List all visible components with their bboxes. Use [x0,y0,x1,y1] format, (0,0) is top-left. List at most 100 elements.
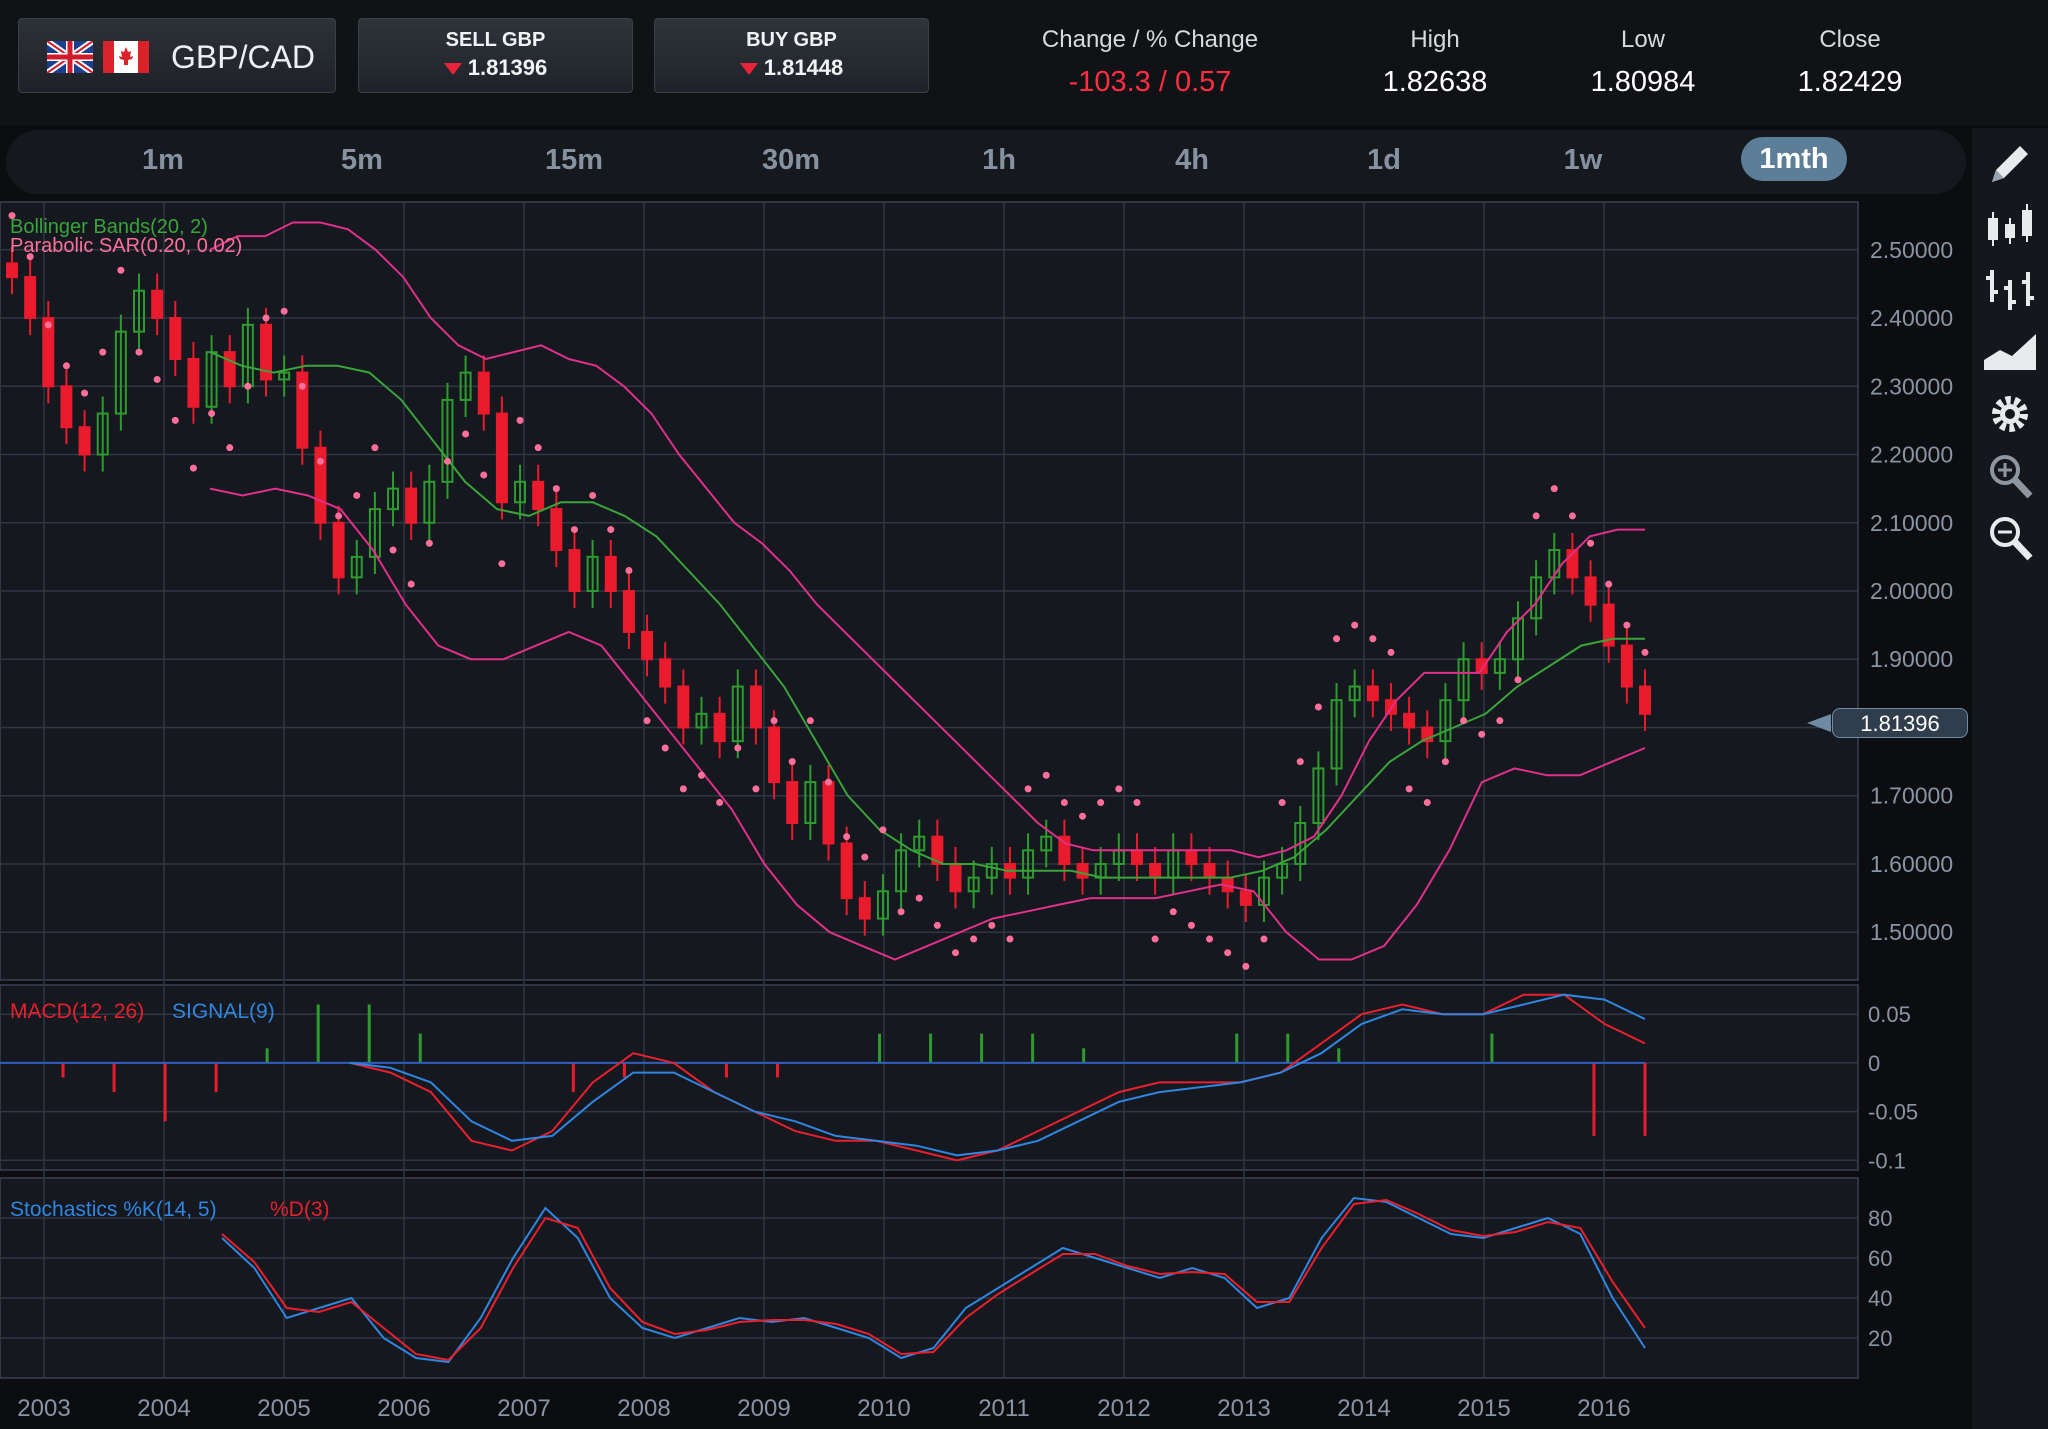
parabolic-sar-dot [679,785,687,793]
candle [1239,890,1252,906]
parabolic-sar-dot [135,348,143,356]
parabolic-sar-dot [897,908,905,916]
zoom-in-icon[interactable] [1978,448,2042,504]
parabolic-sar-dot [1169,908,1177,916]
parabolic-sar-dot [988,921,996,929]
bars-icon[interactable] [1978,262,2042,318]
candle [622,590,635,633]
currency-pair-selector[interactable]: GBP/CAD [18,18,336,93]
candle [532,480,545,511]
tab-1h[interactable]: 1h [944,144,1054,177]
high-value: 1.82638 [1382,66,1488,98]
candle [949,862,962,893]
sell-button[interactable]: SELL GBP 1.81396 [358,18,633,93]
parabolic-sar-dot [1242,962,1250,970]
parabolic-sar-dot [952,949,960,957]
parabolic-sar-dot [153,375,161,383]
gear-icon[interactable] [1978,386,2042,442]
macd-tick-label: 0.05 [1868,1002,1911,1027]
parabolic-sar-dot [734,744,742,752]
tab-30m[interactable]: 30m [736,144,846,177]
parabolic-sar-dot [1514,676,1522,684]
x-tick-label: 2015 [1457,1395,1510,1422]
low-label: Low [1620,26,1666,53]
candle [550,508,563,552]
candle [223,351,236,388]
parabolic-sar-dot [1496,717,1504,725]
stoch-k-legend: Stochastics %K(14, 5) [10,1198,217,1221]
uk-flag-icon [47,41,93,73]
price-chart[interactable]: 2003 2004 2005 2006 2007 2008 2009 2010 2011 2012… [0,200,1970,1429]
area-chart-icon[interactable] [1978,324,2042,380]
candle [677,685,690,729]
parabolic-sar-dot [1369,635,1377,643]
parabolic-sar-dot [697,771,705,779]
candle [332,521,345,579]
parabolic-sar-dot [770,717,778,725]
parabolic-sar-dot [716,799,724,807]
x-tick-label: 2011 [978,1395,1030,1422]
parabolic-sar-dot [534,444,542,452]
tab-1m[interactable]: 1m [108,144,218,177]
candlestick-icon[interactable] [1978,200,2042,256]
parabolic-sar-dot [861,853,869,861]
x-tick-label: 2014 [1337,1395,1390,1422]
low-value: 1.80984 [1590,66,1696,98]
candle [6,262,18,279]
candle [786,781,799,825]
candle [1149,862,1162,879]
tab-4h[interactable]: 4h [1137,144,1247,177]
candle [713,712,726,743]
tab-1mth[interactable]: 1mth [1741,137,1847,181]
high-label: High [1410,26,1460,53]
x-tick-label: 2007 [497,1395,550,1422]
parabolic-sar-dot [1006,935,1014,943]
parabolic-sar-dot [262,314,270,322]
tab-1d[interactable]: 1d [1329,144,1439,177]
x-tick-label: 2005 [257,1395,310,1422]
candle [659,658,672,688]
buy-button[interactable]: BUY GBP 1.81448 [654,18,929,93]
candle [1584,576,1597,606]
parabolic-sar-dot [589,491,597,499]
tab-15m[interactable]: 15m [519,144,629,177]
tab-1w[interactable]: 1w [1528,144,1638,177]
x-tick-label: 2016 [1577,1395,1630,1422]
stoch-tick-label: 40 [1868,1286,1892,1311]
parabolic-sar-dot [244,382,252,390]
candle [858,897,871,920]
sell-price-row: 1.81396 [359,55,632,81]
parabolic-sar-dot [425,539,433,547]
parabolic-sar-dot [915,894,923,902]
parabolic-sar-dot [99,348,107,356]
parabolic-sar-dot [1079,812,1087,820]
parabolic-sar-dot [1206,935,1214,943]
parabolic-sar-dot [1097,799,1105,807]
parabolic-sar-dot [189,464,197,472]
parabolic-sar-dot [1641,648,1649,656]
zoom-out-icon[interactable] [1978,510,2042,566]
parabolic-sar-dot [843,833,851,841]
canada-flag-icon [103,41,149,73]
candle [60,385,73,429]
parabolic-sar-dot [443,457,451,465]
stoch-tick-label: 80 [1868,1206,1892,1231]
candle [1185,849,1198,865]
macd-tick-label: 0 [1868,1051,1880,1076]
macd-tick-label: -0.05 [1868,1100,1918,1125]
parabolic-sar-dot [1060,799,1068,807]
parabolic-sar-dot [661,744,669,752]
stoch-tick-label: 60 [1868,1246,1892,1271]
parabolic-sar-dot [1587,539,1595,547]
tab-5m[interactable]: 5m [307,144,417,177]
pencil-icon[interactable] [1978,138,2042,194]
candle [78,426,91,456]
parabolic-sar-dot [1605,580,1613,588]
parabolic-sar-dot [1423,799,1431,807]
candle [568,549,581,592]
candle [604,555,617,593]
candle [749,685,762,729]
buy-label: BUY GBP [746,29,837,51]
down-arrow-icon [443,63,462,76]
y-tick-label: 2.20000 [1870,442,1953,468]
